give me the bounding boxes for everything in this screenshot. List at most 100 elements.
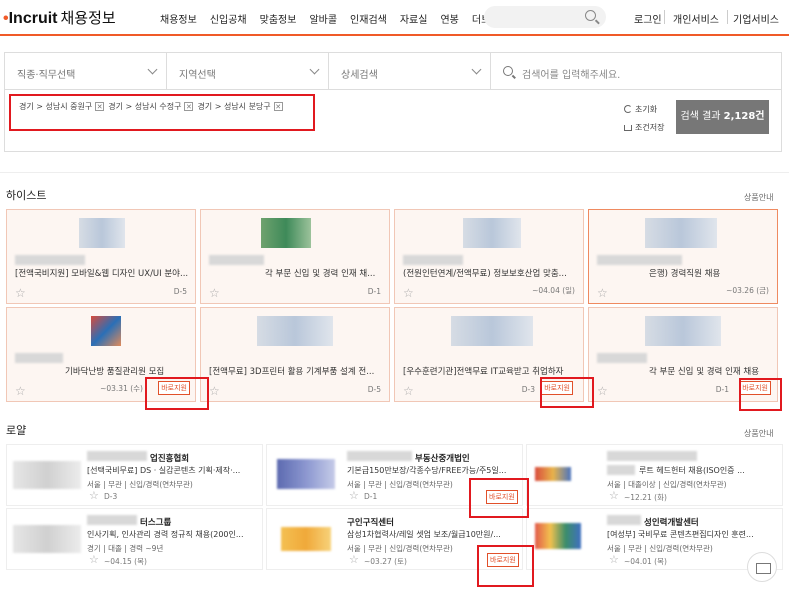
company-name[interactable]: 터스그룹 xyxy=(140,516,171,528)
company-logo xyxy=(261,218,311,248)
nav-item-albacall[interactable]: 알바콜 xyxy=(309,11,337,26)
star-icon[interactable]: ☆ xyxy=(403,286,414,300)
incruit-logo[interactable]: •Incruit 채용정보 xyxy=(3,7,116,28)
nav-item-talent[interactable]: 인재검색 xyxy=(350,11,387,26)
job-select[interactable]: 직종·직무선택 xyxy=(5,53,167,89)
region-select[interactable]: 지역선택 xyxy=(167,53,329,89)
job-card[interactable]: [전액무료] 3D프린터 활용 기계부품 설계 전... ☆ D-5 xyxy=(200,307,390,402)
star-icon[interactable]: ☆ xyxy=(89,553,99,566)
blurred-company xyxy=(15,353,63,363)
highlight-annotation xyxy=(540,377,594,408)
royal-more-link[interactable]: 상품안내 xyxy=(744,428,773,439)
detail-search-select[interactable]: 상세검색 xyxy=(329,53,491,89)
main-nav: 채용정보 신입공채 맞춤정보 알바콜 인재검색 자료실 연봉 더보기 xyxy=(160,11,512,26)
chevron-down-icon xyxy=(147,64,158,75)
deadline: ~03.27 (토) xyxy=(364,557,407,566)
company-name[interactable]: 구인구직센터 xyxy=(347,516,394,528)
blurred-company xyxy=(209,255,264,265)
star-icon[interactable]: ☆ xyxy=(609,553,619,566)
company-name[interactable]: 성인력개발센터 xyxy=(644,516,699,528)
job-title[interactable]: 인사기획, 인사관리 경력 정규직 채용(200인... xyxy=(87,529,259,540)
star-icon[interactable]: ☆ xyxy=(209,384,220,398)
keyword-search-input[interactable]: 검색어를 입력해주세요. xyxy=(491,53,781,89)
royal-job-card[interactable]: 루트 헤드헌터 채용(ISO인증 ... 서울 | 대졸이상 | 신입/경력(연… xyxy=(526,444,783,506)
star-icon[interactable]: ☆ xyxy=(349,553,359,566)
search-icon[interactable] xyxy=(585,10,596,21)
job-title[interactable]: 루트 헤드헌터 채용(ISO인증 ... xyxy=(639,465,779,476)
star-icon[interactable]: ☆ xyxy=(15,286,26,300)
royal-job-card[interactable]: 터스그룹 인사기획, 인사관리 경력 정규직 채용(200인... 경기 | 대… xyxy=(6,508,263,570)
blurred-company xyxy=(597,353,647,363)
nav-item-resources[interactable]: 자료실 xyxy=(400,11,428,26)
star-icon[interactable]: ☆ xyxy=(609,489,619,502)
job-card[interactable]: 은행) 경력직원 채용 ☆ ~03.26 (금) xyxy=(588,209,778,304)
nav-item-salary[interactable]: 연봉 xyxy=(440,11,458,26)
deadline: D-3 xyxy=(104,492,118,501)
star-icon[interactable]: ☆ xyxy=(597,286,608,300)
job-title[interactable]: (전원인턴연계/전액무료) 정보보호산업 맞춤... xyxy=(403,267,579,279)
deadline: ~03.26 (금) xyxy=(726,286,769,295)
star-icon[interactable]: ☆ xyxy=(349,489,359,502)
job-title[interactable]: [전액국비지원] 모바일&웹 디자인 UX/UI 분야... xyxy=(15,267,191,279)
search-result-button[interactable]: 검색 결과 2,128건 xyxy=(676,100,769,134)
job-title[interactable]: 기본급150만보장/각종수당/FREE가능/주5일... xyxy=(347,465,519,476)
blurred-company xyxy=(597,255,682,265)
highlight-annotation xyxy=(469,478,529,518)
highlight-annotation xyxy=(9,94,315,131)
company-name[interactable]: 부동산중개법인 xyxy=(415,452,470,464)
blurred-company xyxy=(607,515,641,525)
company-service-menu[interactable]: 기업서비스 xyxy=(733,11,779,26)
nav-item-newbie[interactable]: 신입공채 xyxy=(210,11,247,26)
blurred-company xyxy=(87,515,137,525)
blurred-company xyxy=(607,465,635,475)
job-title[interactable]: [전액무료] 3D프린터 활용 기계부품 설계 전... xyxy=(209,365,385,377)
star-icon[interactable]: ☆ xyxy=(209,286,220,300)
star-icon[interactable]: ☆ xyxy=(597,384,608,398)
deadline: D-1 xyxy=(367,287,381,296)
highlight-annotation xyxy=(477,545,534,587)
refresh-icon xyxy=(624,105,632,113)
job-meta: 서울 | 무관 | 신입/경력(연차무관) xyxy=(607,544,713,553)
job-card[interactable]: (전원인턴연계/전액무료) 정보보호산업 맞춤... ☆ ~04.04 (일) xyxy=(394,209,584,304)
star-icon[interactable]: ☆ xyxy=(15,384,26,398)
royal-job-card[interactable]: 성인력개발센터 [여성부] 국비무료 콘텐츠편집디자인 훈련... 서울 | 무… xyxy=(526,508,783,570)
highlight-annotation xyxy=(145,377,209,410)
download-icon xyxy=(624,125,632,131)
save-condition-button[interactable]: 조건저장 xyxy=(624,122,664,133)
job-title[interactable]: [선택국비무료] DS · 실감콘텐츠 기획·제작·... xyxy=(87,465,259,476)
highlight-section-title: 하이스트 xyxy=(6,189,47,202)
deadline: D-1 xyxy=(715,385,729,394)
deadline: ~03.31 (수) xyxy=(100,384,143,393)
company-logo xyxy=(257,316,333,346)
royal-section-title: 로얄 xyxy=(6,424,27,437)
job-title[interactable]: [우수훈련기관]전액무료 IT교육받고 취업하자 xyxy=(403,365,579,377)
personal-service-menu[interactable]: 개인서비스 xyxy=(673,11,719,26)
company-logo xyxy=(535,523,581,549)
company-logo xyxy=(451,316,533,346)
top-search-input[interactable] xyxy=(484,6,606,28)
deadline: D-3 xyxy=(521,385,535,394)
job-card[interactable]: 각 부문 신입 및 경력 인재 채... ☆ D-1 xyxy=(200,209,390,304)
nav-item-jobs[interactable]: 채용정보 xyxy=(160,11,197,26)
job-title[interactable]: 각 부문 신입 및 경력 인재 채용 xyxy=(649,365,789,377)
star-icon[interactable]: ☆ xyxy=(89,489,99,502)
highlight-more-link[interactable]: 상품안내 xyxy=(744,192,773,203)
reset-button[interactable]: 초기화 xyxy=(624,104,657,115)
job-title[interactable]: 삼성1차협력사/레일 셋업 보조/월급10만원/... xyxy=(347,529,519,540)
nav-item-custom[interactable]: 맞춤정보 xyxy=(260,11,297,26)
company-logo xyxy=(535,467,571,481)
mail-icon[interactable] xyxy=(747,552,777,582)
chevron-down-icon xyxy=(471,64,482,75)
job-card[interactable]: [전액국비지원] 모바일&웹 디자인 UX/UI 분야... ☆ D-5 xyxy=(6,209,196,304)
company-logo xyxy=(277,459,335,489)
job-meta: 서울 | 무관 | 신입/경력(연차무관) xyxy=(347,480,453,489)
job-title[interactable]: [여성부] 국비무료 콘텐츠편집디자인 훈련... xyxy=(607,529,779,540)
company-name[interactable]: 업진흥협회 xyxy=(150,452,189,464)
highlight-annotation xyxy=(739,378,782,411)
star-icon[interactable]: ☆ xyxy=(403,384,414,398)
job-title[interactable]: 은행) 경력직원 채용 xyxy=(649,267,789,279)
royal-job-card[interactable]: 업진흥협회 [선택국비무료] DS · 실감콘텐츠 기획·제작·... 서울 |… xyxy=(6,444,263,506)
deadline: D-5 xyxy=(173,287,187,296)
deadline: ~04.01 (목) xyxy=(624,557,667,566)
login-link[interactable]: 로그인 xyxy=(634,11,662,26)
